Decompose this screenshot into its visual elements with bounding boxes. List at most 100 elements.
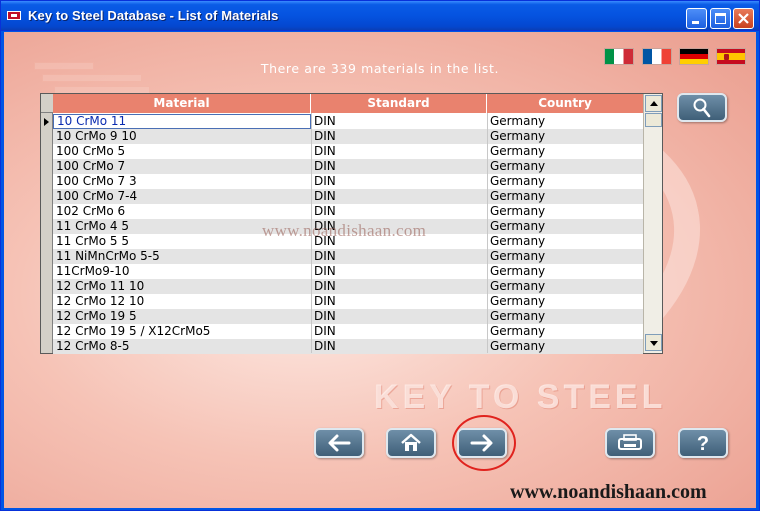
material-cell[interactable]: 100 CrMo 7 3 — [53, 174, 311, 189]
standard-cell[interactable]: DIN — [311, 174, 487, 189]
material-cell[interactable]: 11CrMo9-10 — [53, 264, 311, 279]
search-button[interactable] — [677, 93, 727, 122]
standard-cell[interactable]: DIN — [311, 249, 487, 264]
country-cell[interactable]: Germany — [487, 174, 643, 189]
standard-cell[interactable]: DIN — [311, 129, 487, 144]
table-header: Material Standard Country — [53, 94, 643, 113]
print-button[interactable] — [605, 428, 655, 458]
scroll-up-button[interactable] — [645, 95, 662, 112]
germany-flag-icon[interactable] — [679, 48, 709, 65]
material-cell[interactable]: 10 CrMo 11 — [53, 114, 311, 129]
standard-cell[interactable]: DIN — [311, 144, 487, 159]
table-row[interactable]: 11CrMo9-10 DIN Germany — [53, 264, 643, 279]
table-row[interactable]: 100 CrMo 7 3 DIN Germany — [53, 174, 643, 189]
country-cell[interactable]: Germany — [487, 189, 643, 204]
country-cell[interactable]: Germany — [487, 114, 643, 129]
standard-cell[interactable]: DIN — [311, 264, 487, 279]
arrow-left-icon — [328, 434, 351, 452]
standard-cell[interactable]: DIN — [311, 279, 487, 294]
arrow-up-icon — [650, 101, 658, 106]
help-icon: ? — [697, 433, 709, 454]
app-icon — [7, 11, 21, 20]
material-cell[interactable]: 100 CrMo 7 — [53, 159, 311, 174]
background-brand-text: KEY TO STEEL — [374, 378, 667, 416]
arrow-down-icon — [650, 341, 658, 346]
standard-cell[interactable]: DIN — [311, 324, 487, 339]
table-row[interactable]: 12 CrMo 19 5 DIN Germany — [53, 309, 643, 324]
close-button[interactable] — [733, 8, 754, 29]
maximize-button[interactable] — [710, 8, 731, 29]
close-icon — [738, 13, 749, 24]
table-corner — [41, 94, 53, 113]
minimize-button[interactable] — [686, 8, 707, 29]
home-icon — [401, 433, 421, 451]
material-cell[interactable]: 11 NiMnCrMo 5-5 — [53, 249, 311, 264]
standard-cell[interactable]: DIN — [311, 114, 487, 129]
help-label: ? — [697, 433, 709, 454]
row-indicator-column — [41, 94, 53, 353]
material-cell[interactable]: 10 CrMo 9 10 — [53, 129, 311, 144]
main-panel: KEY TO STEEL There are 339 materials in … — [4, 32, 756, 508]
country-cell[interactable]: Germany — [487, 279, 643, 294]
column-header-country[interactable]: Country — [487, 94, 643, 113]
material-cell[interactable]: 12 CrMo 11 10 — [53, 279, 311, 294]
material-cell[interactable]: 100 CrMo 7-4 — [53, 189, 311, 204]
country-cell[interactable]: Germany — [487, 339, 643, 354]
table-row[interactable]: 11 NiMnCrMo 5-5 DIN Germany — [53, 249, 643, 264]
country-cell[interactable]: Germany — [487, 249, 643, 264]
window-title: Key to Steel Database - List of Material… — [28, 8, 279, 23]
table-row[interactable]: 100 CrMo 7 DIN Germany — [53, 159, 643, 174]
country-cell[interactable]: Germany — [487, 264, 643, 279]
spain-flag-icon[interactable] — [716, 48, 746, 65]
scroll-thumb[interactable] — [645, 113, 662, 127]
printer-icon — [618, 434, 642, 450]
highlight-circle — [452, 415, 516, 471]
help-button[interactable]: ? — [678, 428, 728, 458]
table-row[interactable]: 12 CrMo 11 10 DIN Germany — [53, 279, 643, 294]
material-cell[interactable]: 12 CrMo 12 10 — [53, 294, 311, 309]
table-row[interactable]: 102 CrMo 6 DIN Germany — [53, 204, 643, 219]
standard-cell[interactable]: DIN — [311, 159, 487, 174]
column-header-material[interactable]: Material — [53, 94, 311, 113]
standard-cell[interactable]: DIN — [311, 294, 487, 309]
website-watermark: www.noandishaan.com — [510, 481, 707, 503]
standard-cell[interactable]: DIN — [311, 309, 487, 324]
table-row[interactable]: 12 CrMo 19 5 / X12CrMo5 DIN Germany — [53, 324, 643, 339]
app-window: Key to Steel Database - List of Material… — [0, 0, 760, 511]
table-row[interactable]: 100 CrMo 5 DIN Germany — [53, 144, 643, 159]
watermark-text: www.noandishaan.com — [262, 221, 427, 240]
current-row-marker-icon — [44, 118, 49, 126]
scroll-down-button[interactable] — [645, 334, 662, 351]
italy-flag-icon[interactable] — [604, 48, 634, 65]
country-cell[interactable]: Germany — [487, 159, 643, 174]
vertical-scrollbar[interactable] — [643, 94, 662, 353]
country-cell[interactable]: Germany — [487, 234, 643, 249]
table-row[interactable]: 100 CrMo 7-4 DIN Germany — [53, 189, 643, 204]
table-row[interactable]: 12 CrMo 8-5 DIN Germany — [53, 339, 643, 354]
title-bar[interactable]: Key to Steel Database - List of Material… — [1, 1, 759, 31]
column-divider — [487, 113, 488, 353]
material-cell[interactable]: 102 CrMo 6 — [53, 204, 311, 219]
standard-cell[interactable]: DIN — [311, 189, 487, 204]
material-cell[interactable]: 12 CrMo 19 5 / X12CrMo5 — [53, 324, 311, 339]
material-cell[interactable]: 12 CrMo 8-5 — [53, 339, 311, 354]
home-button[interactable] — [386, 428, 436, 458]
magnifier-icon — [693, 98, 711, 117]
country-cell[interactable]: Germany — [487, 309, 643, 324]
standard-cell[interactable]: DIN — [311, 204, 487, 219]
france-flag-icon[interactable] — [642, 48, 672, 65]
country-cell[interactable]: Germany — [487, 294, 643, 309]
material-cell[interactable]: 100 CrMo 5 — [53, 144, 311, 159]
country-cell[interactable]: Germany — [487, 219, 643, 234]
country-cell[interactable]: Germany — [487, 144, 643, 159]
standard-cell[interactable]: DIN — [311, 339, 487, 354]
table-row[interactable]: 10 CrMo 9 10 DIN Germany — [53, 129, 643, 144]
table-row[interactable]: 12 CrMo 12 10 DIN Germany — [53, 294, 643, 309]
back-button[interactable] — [314, 428, 364, 458]
table-row[interactable]: 10 CrMo 11 DIN Germany — [53, 114, 643, 129]
material-cell[interactable]: 12 CrMo 19 5 — [53, 309, 311, 324]
country-cell[interactable]: Germany — [487, 129, 643, 144]
country-cell[interactable]: Germany — [487, 204, 643, 219]
country-cell[interactable]: Germany — [487, 324, 643, 339]
column-header-standard[interactable]: Standard — [311, 94, 487, 113]
